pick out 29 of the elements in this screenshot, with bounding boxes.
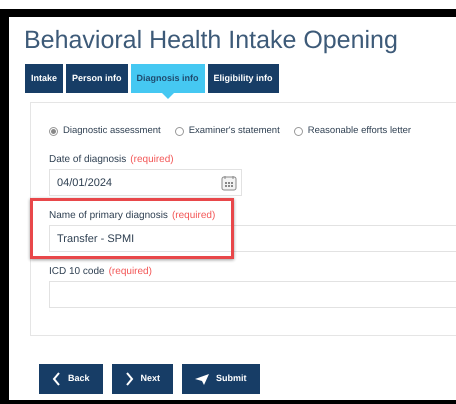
field-label: Date of diagnosis [49, 153, 126, 168]
tab[interactable]: Person info [66, 64, 128, 93]
radio-label: Reasonable efforts letter [308, 124, 412, 138]
send-icon [195, 374, 210, 384]
required-note: (required) [172, 209, 216, 224]
required-note: (required) [108, 265, 152, 280]
input-field[interactable]: Transfer - SPMI [49, 225, 456, 252]
field-value: 04/01/2024 [57, 176, 112, 190]
field-label: Name of primary diagnosis [49, 209, 168, 224]
radio-button[interactable] [294, 126, 303, 136]
tab-pointer [162, 93, 174, 99]
tab[interactable]: Intake [25, 64, 64, 93]
page-title: Behavioral Health Intake Opening [24, 25, 399, 55]
radio-label: Examiner's statement [188, 124, 280, 138]
field-value: Transfer - SPMI [57, 232, 134, 246]
input-field[interactable] [49, 281, 456, 308]
calendar-icon[interactable] [221, 174, 237, 191]
back-button[interactable]: Back [39, 364, 103, 394]
chevron-left-icon [52, 372, 61, 386]
tab[interactable]: Eligibility info [208, 64, 279, 93]
radio-label: Diagnostic assessment [63, 124, 161, 138]
field-label: ICD 10 code [49, 265, 105, 280]
required-note: (required) [130, 153, 174, 168]
chevron-right-icon [124, 372, 134, 386]
next-button[interactable]: Next [112, 364, 174, 394]
submit-button[interactable]: Submit [182, 364, 260, 394]
radio-button[interactable] [49, 126, 58, 136]
radio-button[interactable] [174, 126, 184, 136]
date-field[interactable]: 04/01/2024 [49, 169, 242, 196]
